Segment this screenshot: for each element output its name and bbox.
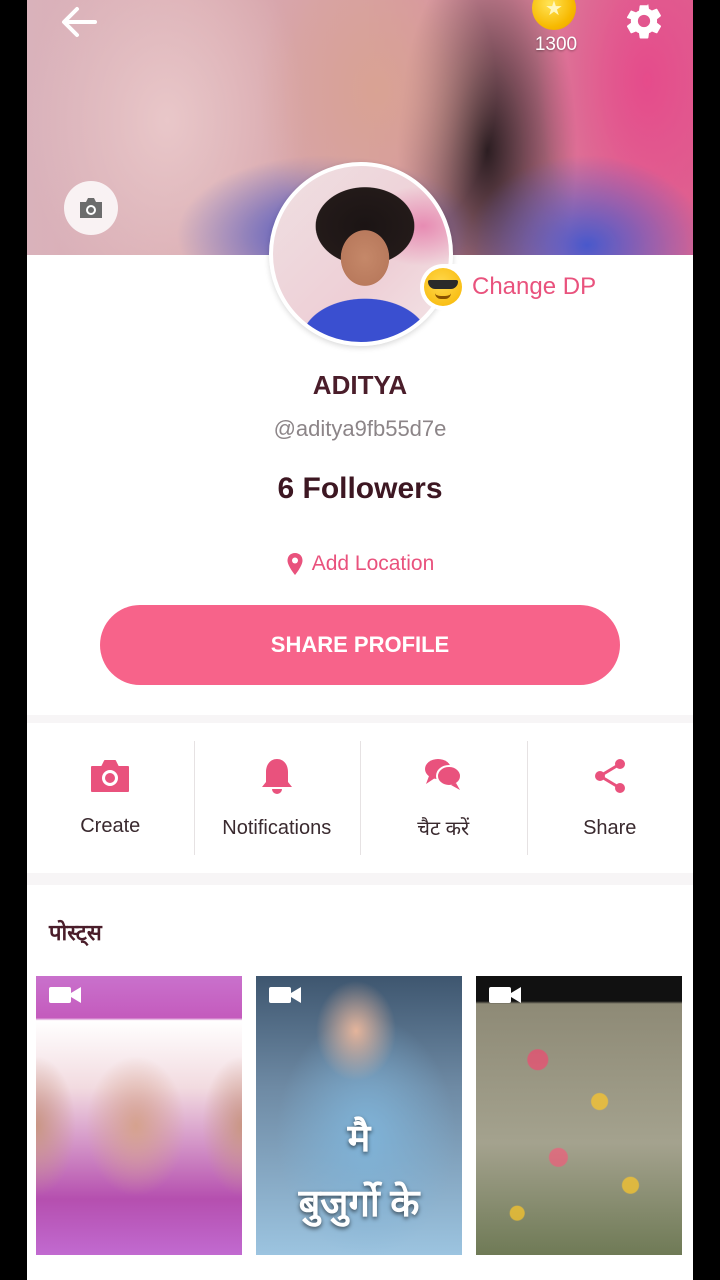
chat-label: चैट करें: [417, 817, 470, 840]
gear-icon[interactable]: [623, 0, 665, 42]
actions-row: Create Notifications चैट करें Share: [27, 723, 693, 873]
video-camera-icon: [269, 987, 301, 1003]
post-thumbnail[interactable]: [476, 976, 682, 1255]
posts-title: पोस्ट्स: [49, 920, 102, 945]
share-profile-button[interactable]: SHARE PROFILE: [100, 605, 620, 685]
add-location-link[interactable]: Add Location: [27, 552, 693, 576]
create-action[interactable]: Create: [27, 723, 194, 873]
posts-section: पोस्ट्स मै बुजुर्गो के: [27, 885, 693, 1280]
sunglasses-emoji-icon: [424, 268, 462, 306]
video-camera-icon: [49, 987, 81, 1003]
post-overlay-text: बुजुर्गो के: [298, 1183, 420, 1225]
profile-screen: ★ 1300 Change DP ADITYA @aditya9fb55d7e …: [27, 0, 693, 1280]
camera-icon: [80, 198, 102, 218]
post-thumbnail[interactable]: मै बुजुर्गो के: [256, 976, 462, 1255]
coin-count[interactable]: 1300: [521, 34, 591, 56]
share-label: Share: [583, 816, 637, 839]
change-dp-button[interactable]: Change DP: [420, 264, 611, 310]
back-arrow-icon[interactable]: [55, 2, 103, 42]
share-icon: [594, 758, 625, 793]
video-camera-icon: [489, 987, 521, 1003]
notifications-label: Notifications: [222, 816, 332, 839]
create-label: Create: [80, 814, 141, 837]
add-location-label: Add Location: [311, 552, 435, 575]
profile-handle: @aditya9fb55d7e: [273, 416, 447, 441]
change-cover-button[interactable]: [64, 181, 118, 235]
location-pin-icon: [287, 553, 303, 575]
bell-icon: [261, 758, 292, 794]
followers-count[interactable]: 6 Followers: [27, 472, 693, 506]
notifications-action[interactable]: Notifications: [193, 723, 361, 873]
change-dp-label: Change DP: [472, 273, 597, 300]
avatar[interactable]: [269, 162, 453, 346]
share-action[interactable]: Share: [526, 723, 694, 873]
camera-icon: [91, 759, 130, 792]
coin-icon[interactable]: ★: [532, 0, 576, 30]
chat-icon: [425, 758, 463, 790]
profile-name: ADITYA: [312, 370, 408, 400]
post-overlay-text: मै: [347, 1118, 371, 1160]
post-thumbnail[interactable]: [36, 976, 242, 1255]
chat-action[interactable]: चैट करें: [360, 723, 527, 873]
